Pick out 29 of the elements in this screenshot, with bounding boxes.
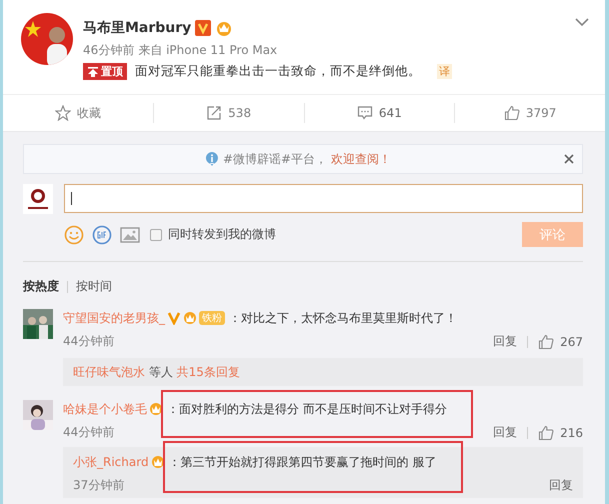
comment-time: 44分钟前	[63, 424, 114, 441]
reply-link[interactable]: 回复	[493, 424, 518, 441]
sort-tab[interactable]: 按时间	[76, 278, 112, 295]
reply-time: 37分钟前	[73, 477, 124, 494]
like-button[interactable]: 267	[538, 334, 583, 350]
notice-link[interactable]: 欢迎查阅！	[331, 150, 392, 168]
comment-text: ：对比之下，太怀念马布里莫里斯时代了！	[229, 310, 457, 326]
fan-badge: 铁粉	[199, 311, 225, 325]
action-button[interactable]: 538	[152, 103, 304, 123]
action-button[interactable]: 641	[304, 103, 454, 123]
action-button[interactable]: 收藏	[3, 103, 153, 123]
action-button[interactable]: 3797	[454, 103, 605, 123]
replies-summary[interactable]: 旺仔味气泡水 等人 共15条回复	[73, 365, 240, 379]
reply-link[interactable]: 回复	[493, 333, 518, 350]
sort-tab[interactable]: 按热度	[23, 278, 59, 295]
comment-text: ：面对胜利的方法是得分 而不是压时间不让对手得分	[167, 400, 447, 418]
author-name[interactable]: 马布里Marbury	[83, 19, 192, 37]
like-button[interactable]: 216	[538, 424, 583, 440]
share-label[interactable]: 同时转发到我的微博	[168, 226, 276, 243]
post-time: 46分钟前	[83, 42, 134, 59]
commenter-name[interactable]: 哈妹是个小卷毛	[63, 400, 147, 418]
reply-text: ：第三节开始就打得跟第四节要赢了拖时间的 服了	[168, 454, 436, 470]
notice-text: #微博辟谣#平台，	[222, 150, 328, 168]
post-text: 面对冠军只能重拳出击一击致命，而不是绊倒他。	[135, 63, 421, 80]
post-source: 来自 iPhone 11 Pro Max	[138, 42, 278, 59]
commenter-name[interactable]: 守望国安的老男孩_	[63, 310, 165, 326]
pinned-label: 置顶	[101, 64, 123, 79]
reply-link[interactable]: 回复	[549, 477, 573, 494]
comment-time: 44分钟前	[63, 333, 114, 350]
